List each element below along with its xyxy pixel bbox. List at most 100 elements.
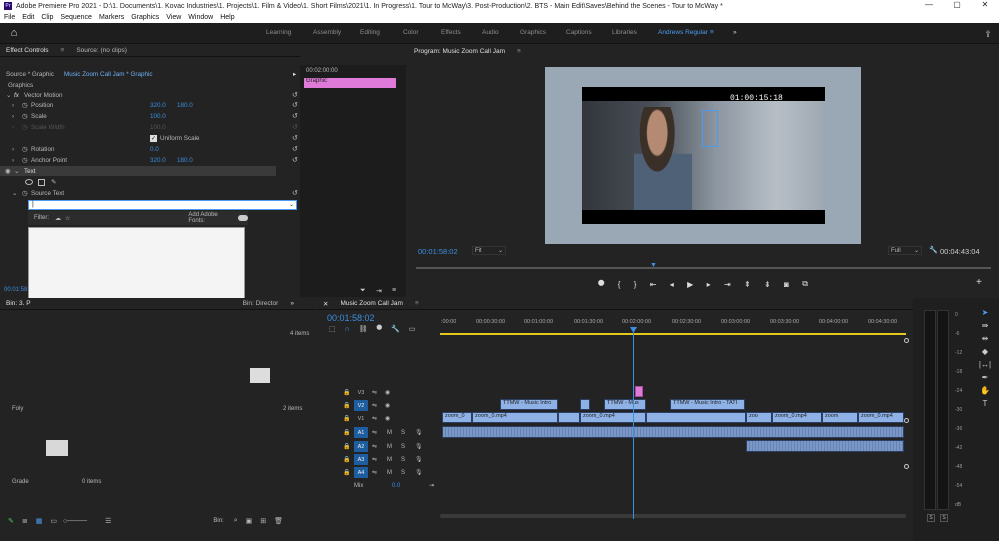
expand-chevron-icon[interactable]: › — [12, 113, 14, 120]
reset-icon[interactable]: ↺ — [292, 101, 298, 109]
workspace-tab-graphics[interactable]: Graphics — [520, 29, 546, 36]
filter-funnel-icon[interactable]: ⏷ — [360, 287, 366, 295]
linked-selection-icon[interactable]: ⛓ — [359, 325, 368, 333]
folder-icon[interactable] — [46, 440, 68, 456]
v1-clip[interactable]: zoo — [746, 412, 772, 423]
solo-right-button[interactable]: S — [940, 514, 948, 522]
extract-icon[interactable]: ⇟ — [764, 280, 771, 289]
v1-clip[interactable]: zoom_0.mp4 — [858, 412, 904, 423]
tab-effect-controls[interactable]: Effect Controls — [6, 47, 49, 54]
folder-label-foly[interactable]: Foly — [12, 406, 23, 412]
menu-icon[interactable]: ≡ — [392, 287, 396, 294]
program-current-timecode[interactable]: 00:01:58:02 — [418, 247, 458, 256]
menu-sequence[interactable]: Sequence — [60, 14, 92, 21]
collapse-chevron-icon[interactable]: ⌄ — [6, 92, 11, 99]
lock-icon[interactable]: 🔒 — [343, 429, 350, 436]
comparison-view-icon[interactable]: ⧉ — [802, 279, 808, 289]
lock-icon[interactable]: 🔒 — [343, 389, 350, 396]
workspace-tab-andrews-regular[interactable]: Andrews Regular — [658, 29, 708, 36]
expand-chevron-icon[interactable]: › — [12, 157, 14, 164]
timeline-ruler[interactable]: :00:00 00:00:30:00 00:01:00:00 00:01:30:… — [440, 319, 910, 329]
stopwatch-icon[interactable]: ◷ — [22, 190, 28, 197]
star-filter-icon[interactable]: ☆ — [65, 215, 70, 222]
timeline-horizontal-scrollbar[interactable] — [440, 514, 906, 518]
lift-icon[interactable]: ⇞ — [744, 280, 751, 289]
snap-magnet-icon[interactable]: ∩ — [345, 326, 350, 333]
workspace-tab-color[interactable]: Color — [403, 29, 419, 36]
trash-icon[interactable]: 🗑 — [274, 517, 283, 525]
lock-icon[interactable]: 🔒 — [343, 402, 350, 409]
sync-lock-icon[interactable]: ⇋ — [372, 469, 377, 476]
microphone-icon[interactable]: 🎙 — [415, 456, 423, 463]
play-icon[interactable]: ▶ — [687, 280, 693, 289]
solo-left-button[interactable]: S — [927, 514, 935, 522]
program-title[interactable]: Program: Music Zoom Call Jam — [414, 48, 505, 55]
sync-lock-icon[interactable]: ⇋ — [372, 415, 377, 422]
razor-tool-icon[interactable]: ◆ — [982, 347, 988, 356]
go-to-out-icon[interactable]: ⇥ — [724, 280, 731, 289]
vertical-zoom-handle[interactable] — [904, 418, 909, 423]
settings-wrench-icon[interactable]: 🔧 — [929, 246, 938, 254]
work-area-bar[interactable] — [440, 333, 906, 335]
folder-icon[interactable] — [250, 368, 270, 383]
eye-icon[interactable]: ◉ — [5, 168, 11, 175]
reset-icon[interactable]: ↺ — [292, 189, 298, 197]
menu-markers[interactable]: Markers — [99, 14, 124, 21]
menu-view[interactable]: View — [166, 14, 181, 21]
stopwatch-icon[interactable]: ◷ — [22, 102, 28, 109]
position-y-value[interactable]: 180.0 — [177, 102, 193, 109]
tab-source[interactable]: Source: (no clips) — [76, 47, 127, 54]
resolution-select[interactable]: Full ⌄ — [888, 246, 922, 255]
step-back-icon[interactable]: ◂ — [670, 280, 674, 289]
sort-icon[interactable]: ☰ — [105, 517, 111, 525]
vertical-zoom-handle[interactable] — [904, 338, 909, 343]
tab-bin[interactable]: Bin: 3. P — [6, 300, 31, 307]
share-icon[interactable]: ⇪ — [982, 28, 994, 40]
panel-menu-icon[interactable]: ≡ — [415, 300, 419, 307]
v1-clip[interactable]: zoom_0.mp4 — [772, 412, 822, 423]
mute-button[interactable]: M — [387, 444, 392, 450]
sync-lock-icon[interactable]: ⇋ — [372, 429, 377, 436]
sync-lock-icon[interactable]: ⇋ — [372, 456, 377, 463]
v1-clip[interactable]: zoom — [822, 412, 858, 423]
v2-clip[interactable]: TTMW - Mus — [604, 399, 646, 410]
solo-button[interactable]: S — [401, 470, 405, 476]
anchor-x-value[interactable]: 320.0 — [150, 157, 166, 164]
eye-icon[interactable]: ◉ — [385, 389, 390, 396]
cloud-filter-icon[interactable]: ☁ — [55, 215, 61, 222]
program-scrub-bar[interactable] — [416, 267, 991, 269]
menu-window[interactable]: Window — [188, 14, 213, 21]
chevron-down-icon[interactable]: ⌄ — [289, 201, 294, 208]
reset-icon[interactable]: ↺ — [292, 91, 298, 99]
hand-tool-icon[interactable]: ✋ — [980, 386, 990, 395]
mute-button[interactable]: M — [387, 457, 392, 463]
overlay-timecode-text[interactable]: 01:00:15:18 — [730, 94, 783, 103]
reset-icon[interactable]: ↺ — [292, 134, 298, 142]
menu-clip[interactable]: Clip — [41, 14, 53, 21]
go-to-in-icon[interactable]: ⇤ — [650, 280, 657, 289]
slip-tool-icon[interactable]: |↔| — [979, 360, 991, 369]
sync-lock-icon[interactable]: ⇋ — [372, 402, 377, 409]
track-label-v1[interactable]: V1 — [354, 413, 368, 424]
effect-controls-timecode[interactable]: 00:01:58: — [4, 287, 29, 293]
insert-sequence-icon[interactable]: ⬚ — [329, 325, 336, 333]
position-x-value[interactable]: 320.0 — [150, 102, 166, 109]
menu-file[interactable]: File — [4, 14, 15, 21]
new-item-icon[interactable]: ⊞ — [260, 517, 266, 525]
reset-icon[interactable]: ↺ — [292, 156, 298, 164]
timeline-timecode[interactable]: 00:01:58:02 — [327, 313, 375, 323]
solo-button[interactable]: S — [401, 444, 405, 450]
graphic-bounding-box[interactable] — [702, 110, 718, 147]
ripple-edit-tool-icon[interactable]: ⇹ — [982, 334, 989, 343]
workspace-tab-captions[interactable]: Captions — [566, 29, 592, 36]
reset-icon[interactable]: ↺ — [292, 112, 298, 120]
freeform-view-icon[interactable]: ▭ — [50, 517, 57, 525]
workspace-tab-assembly[interactable]: Assembly — [313, 29, 341, 36]
zoom-fit-select[interactable]: Fit ⌄ — [472, 246, 506, 255]
minimize-button[interactable]: — — [915, 0, 943, 12]
timeline-sequence-tab[interactable]: Music Zoom Call Jam — [340, 300, 402, 307]
close-tab-icon[interactable]: ✕ — [323, 300, 328, 308]
track-label-a3[interactable]: A3 — [354, 454, 368, 465]
track-label-a2[interactable]: A2 — [354, 441, 368, 452]
eye-icon[interactable]: ◉ — [385, 415, 390, 422]
